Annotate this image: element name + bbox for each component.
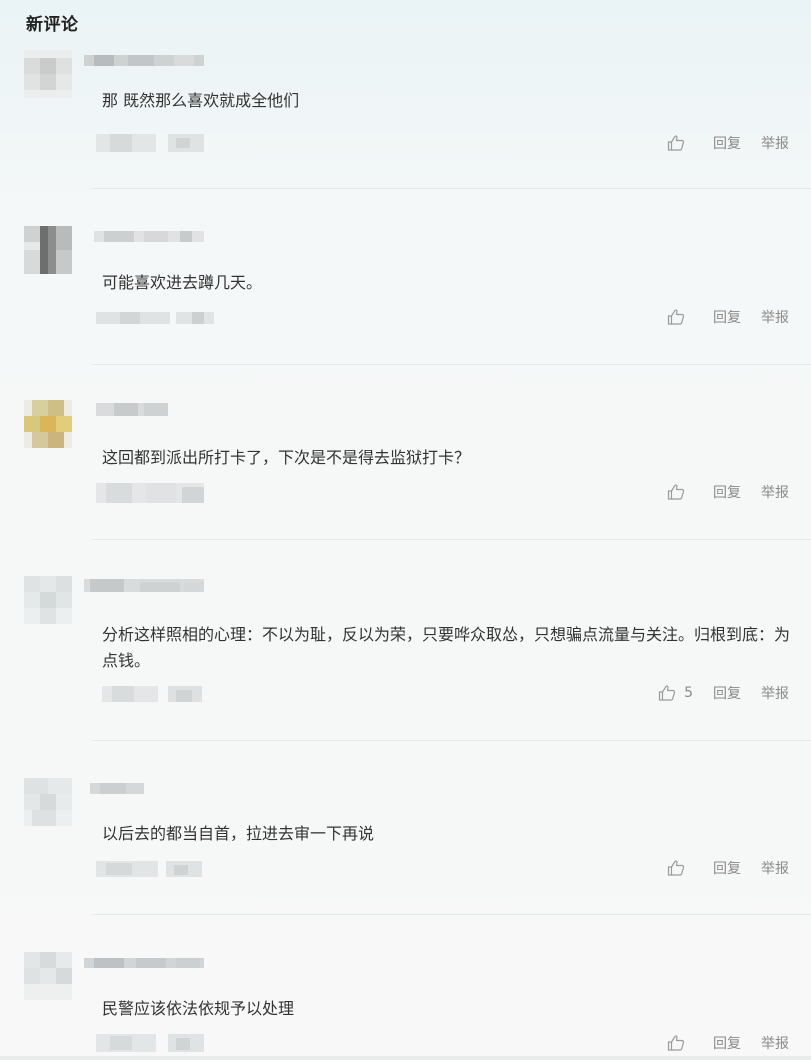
thumbs-up-icon	[667, 309, 685, 325]
divider	[92, 914, 811, 915]
reply-button[interactable]: 回复	[713, 1033, 741, 1053]
thumbs-up-icon	[667, 484, 685, 500]
divider	[92, 188, 811, 189]
username[interactable]	[84, 955, 204, 968]
comment-meta	[96, 481, 216, 503]
divider	[92, 740, 811, 741]
like-button[interactable]	[667, 859, 693, 877]
report-button[interactable]: 举报	[761, 307, 789, 327]
avatar[interactable]	[24, 400, 72, 448]
section-title: 新评论	[26, 15, 79, 35]
comment-meta	[96, 132, 216, 154]
comment-actions: 回复 举报	[667, 481, 789, 503]
divider	[92, 364, 811, 365]
username[interactable]	[84, 579, 204, 592]
report-button[interactable]: 举报	[761, 683, 789, 703]
report-button[interactable]: 举报	[761, 133, 789, 153]
comment-actions: 回复 举报	[667, 1032, 789, 1054]
reply-button[interactable]: 回复	[713, 683, 741, 703]
avatar[interactable]	[24, 50, 72, 98]
username[interactable]	[84, 781, 204, 794]
thumbs-up-icon	[667, 860, 685, 876]
comment-actions: 回复 举报	[667, 306, 789, 328]
like-button[interactable]	[667, 134, 693, 152]
reply-button[interactable]: 回复	[713, 133, 741, 153]
like-button[interactable]: 5	[658, 684, 693, 702]
comment-text: 可能喜欢进去蹲几天。	[102, 273, 263, 292]
like-count: 5	[684, 685, 693, 701]
reply-button[interactable]: 回复	[713, 858, 741, 878]
like-button[interactable]	[667, 308, 693, 326]
reply-button[interactable]: 回复	[713, 307, 741, 327]
avatar[interactable]	[24, 576, 72, 624]
comment-text: 以后去的都当自首，拉进去审一下再说	[102, 824, 375, 843]
comment-text: 这回都到派出所打卡了，下次是不是得去监狱打卡？	[102, 448, 471, 467]
avatar[interactable]	[24, 952, 72, 1000]
like-button[interactable]	[667, 1034, 693, 1052]
comment-meta	[96, 1032, 216, 1054]
username[interactable]	[84, 403, 204, 416]
comment-text: 分析这样照相的心理：不以为耻，反以为荣，只要哗众取怂，只想骗点流量与关注。归根到…	[102, 625, 791, 670]
comment-actions: 5 回复 举报	[658, 682, 789, 704]
comment-meta	[96, 682, 216, 704]
comment-actions: 回复 举报	[667, 132, 789, 154]
avatar[interactable]	[24, 226, 72, 274]
comment-actions: 回复 举报	[667, 857, 789, 879]
thumbs-up-icon	[667, 1035, 685, 1051]
report-button[interactable]: 举报	[761, 482, 789, 502]
thumbs-up-icon	[658, 685, 676, 701]
reply-button[interactable]: 回复	[713, 482, 741, 502]
report-button[interactable]: 举报	[761, 1033, 789, 1053]
comment-meta	[96, 857, 216, 879]
username[interactable]	[84, 229, 204, 242]
divider	[92, 539, 811, 540]
like-button[interactable]	[667, 483, 693, 501]
comment-text: 民警应该依法依规予以处理	[102, 999, 295, 1018]
bottom-edge	[0, 1056, 811, 1060]
username[interactable]	[84, 53, 204, 66]
comment-text: 那 既然那么喜欢就成全他们	[102, 91, 300, 110]
avatar[interactable]	[24, 778, 72, 826]
comment-meta	[96, 306, 216, 328]
report-button[interactable]: 举报	[761, 858, 789, 878]
thumbs-up-icon	[667, 135, 685, 151]
